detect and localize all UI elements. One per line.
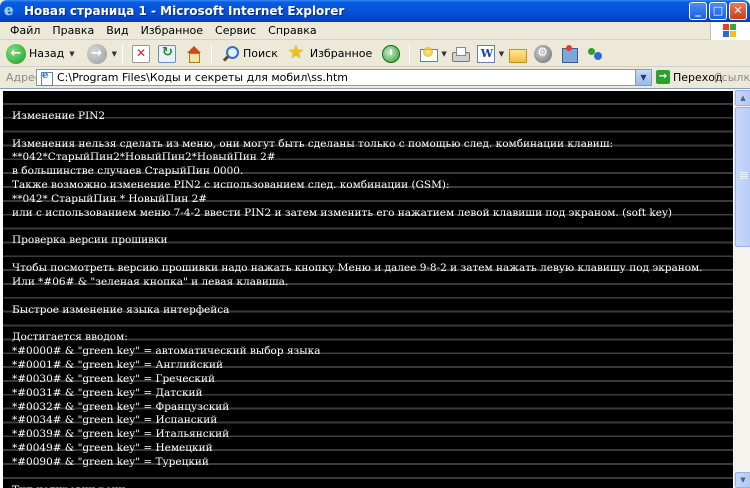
menu-bar: Файл Правка Вид Избранное Сервис Справка <box>0 22 750 40</box>
page-text-line: *#0032# & "green key" = Французский <box>12 400 230 413</box>
back-dropdown-icon[interactable]: ▼ <box>69 50 74 58</box>
windows-flag-icon <box>723 24 737 37</box>
msn-messenger-icon[interactable] <box>586 45 604 63</box>
page-text-line: Изменения нельзя сделать из меню, они мо… <box>12 137 614 150</box>
page-text-line: *#0001# & "green key" = Английский <box>12 359 224 372</box>
page-text-line <box>12 124 733 138</box>
window-title: Новая страница 1 - Microsoft Internet Ex… <box>24 4 345 18</box>
ie-logo-icon: e <box>4 1 14 19</box>
browser-viewport: Изменение PIN2 Изменения нельзя сделать и… <box>0 88 750 488</box>
page-text-line: *#0030# & "green key" = Греческий <box>12 372 215 385</box>
page-text-line: *#0039# & "green key" = Итальянский <box>12 428 230 441</box>
toolbar: ← Назад ▼ → ▼ Поиск Избранное ▼ ▼ <box>0 41 750 67</box>
scroll-down-button[interactable]: ▼ <box>735 472 750 488</box>
title-bar: e Новая страница 1 - Microsoft Internet … <box>0 0 750 22</box>
menu-view[interactable]: Вид <box>100 24 134 37</box>
go-arrow-icon[interactable]: → <box>656 70 670 84</box>
menu-help[interactable]: Справка <box>262 24 322 37</box>
page-text-line: Также возможно изменение PIN2 с использо… <box>12 179 450 192</box>
page-text-line <box>12 221 733 235</box>
page-text-line: или с использованием меню 7-4-2 ввести P… <box>12 206 672 219</box>
forward-dropdown-icon[interactable]: ▼ <box>112 50 117 58</box>
page-text-line <box>12 248 733 262</box>
edit-dropdown-icon[interactable]: ▼ <box>499 50 504 58</box>
back-button-label[interactable]: Назад <box>29 47 64 60</box>
page-icon <box>39 70 53 86</box>
search-button-label[interactable]: Поиск <box>243 47 278 60</box>
links-button[interactable]: Ссылки <box>714 71 750 84</box>
back-arrow-icon[interactable]: ← <box>6 43 26 64</box>
search-icon[interactable] <box>221 45 239 63</box>
maximize-button[interactable]: □ <box>709 2 727 20</box>
toolbar-separator <box>122 43 123 64</box>
page-text-line: в большинстве случаев СтарыйПин 0000. <box>12 165 244 178</box>
toolbar-separator <box>409 43 411 64</box>
history-icon[interactable] <box>382 44 401 63</box>
address-input[interactable]: C:\Program Files\Коды и секреты для моби… <box>36 69 652 86</box>
go-button[interactable]: → Переход <box>656 70 723 84</box>
page-text-line: Быстрое изменение языка интерфейса <box>12 303 230 316</box>
favorites-button-label[interactable]: Избранное <box>310 47 372 60</box>
menu-edit[interactable]: Правка <box>46 24 100 37</box>
scroll-up-button[interactable]: ▲ <box>735 90 750 106</box>
mail-dropdown-icon[interactable]: ▼ <box>441 50 446 58</box>
print-icon[interactable] <box>451 45 470 63</box>
page-text-line: **042* СтарыйПин * НовыйПин 2# <box>12 192 208 205</box>
windows-logo <box>710 22 750 40</box>
toolbar-separator <box>211 43 212 64</box>
address-value[interactable]: C:\Program Files\Коды и секреты для моби… <box>57 71 348 84</box>
scrollbar-grip-icon <box>740 172 748 180</box>
window-controls: _ □ ✕ <box>689 2 747 20</box>
mail-icon[interactable] <box>419 45 439 63</box>
page-text-line: Тип кодировки речи <box>12 484 733 488</box>
page-text-line <box>12 318 733 332</box>
page-text-line <box>12 96 733 110</box>
vertical-scrollbar[interactable]: ▲ ▼ <box>734 90 750 488</box>
page-text-line: *#0031# & "green key" = Датский <box>12 386 203 399</box>
page-text-line: Изменение PIN2 <box>12 109 106 122</box>
page-text-line: Чтобы посмотреть версию прошивки надо на… <box>12 262 703 275</box>
page-text-line: Проверка версии прошивки <box>12 234 168 247</box>
stop-icon[interactable] <box>132 44 150 63</box>
page-text-line <box>12 290 733 304</box>
refresh-icon[interactable] <box>158 44 176 63</box>
menu-favorites[interactable]: Избранное <box>135 24 209 37</box>
research-icon[interactable] <box>560 44 579 63</box>
close-button[interactable]: ✕ <box>729 2 747 20</box>
scrollbar-thumb[interactable] <box>735 107 750 247</box>
menu-tools[interactable]: Сервис <box>209 24 262 37</box>
messenger-icon[interactable] <box>534 44 553 63</box>
page-text-line: *#0034# & "green key" = Испанский <box>12 414 218 427</box>
page-text-line: *#0049# & "green key" = Немецкий <box>12 442 213 455</box>
edit-word-icon[interactable] <box>476 44 495 63</box>
folder-icon[interactable] <box>508 45 528 63</box>
home-icon[interactable] <box>184 45 202 63</box>
page-content: Изменение PIN2 Изменения нельзя сделать и… <box>3 91 733 488</box>
menu-file[interactable]: Файл <box>4 24 46 37</box>
page-text-line: Или *#06# & "зеленая кнопка" и левая кла… <box>12 275 289 288</box>
minimize-button[interactable]: _ <box>689 2 707 20</box>
address-bar: Адрес: C:\Program Files\Коды и секреты д… <box>0 68 750 87</box>
address-dropdown-icon[interactable]: ▼ <box>635 70 651 85</box>
page-text-line: *#0090# & "green key" = Турецкий <box>12 455 209 468</box>
forward-arrow-icon[interactable]: → <box>86 43 107 64</box>
page-text-line: **042*СтарыйПин2*НовыйПин2*НовыйПин 2# <box>12 151 276 164</box>
page-text-line: *#0000# & "green key" = автоматический в… <box>12 345 321 358</box>
address-label: Адрес: <box>6 71 45 84</box>
page-text-line <box>12 470 733 484</box>
page-text-line: Достигается вводом: <box>12 331 128 344</box>
favorites-star-icon[interactable] <box>288 42 306 63</box>
